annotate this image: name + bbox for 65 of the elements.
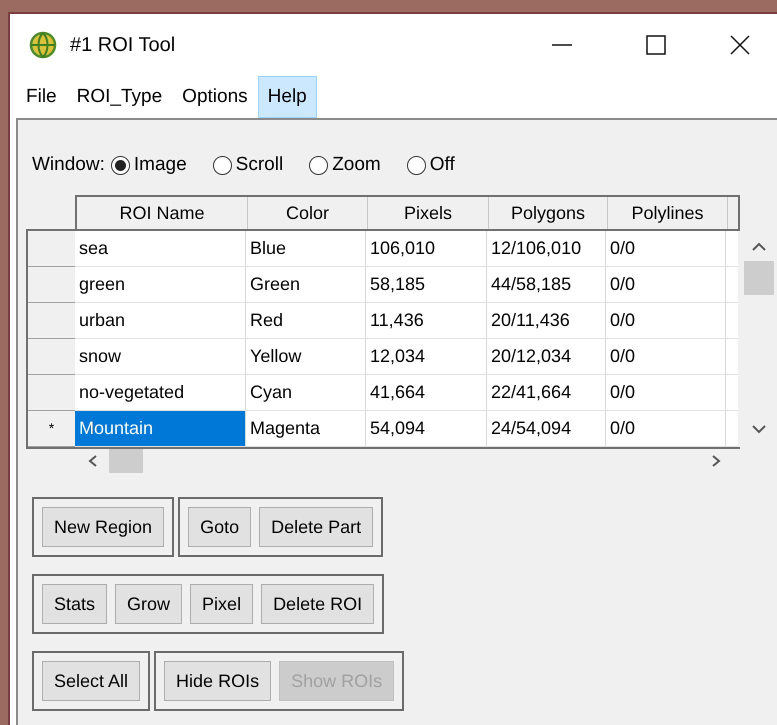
globe-icon — [28, 30, 58, 60]
row-header[interactable] — [28, 231, 75, 267]
scrollbar-thumb[interactable] — [109, 449, 143, 473]
menu-item[interactable]: Options — [172, 76, 258, 118]
row-header[interactable] — [28, 303, 75, 339]
column-header[interactable]: Pixels — [368, 197, 489, 229]
table-cell: 54,094 — [366, 411, 487, 446]
action-button[interactable]: Stats — [42, 584, 108, 624]
scrollbar-thumb[interactable] — [744, 261, 774, 295]
table-cell: 12/106,010 — [487, 231, 606, 266]
row-header[interactable]: * — [28, 411, 75, 447]
table-cell: Magenta — [246, 411, 366, 446]
column-header[interactable]: Polygons — [489, 197, 608, 229]
table-cell: 58,185 — [366, 267, 487, 302]
action-button[interactable]: Select All — [42, 661, 140, 701]
table-cell: Cyan — [246, 375, 366, 410]
column-header[interactable]: ROI Name — [77, 197, 248, 229]
table-cell: 0/0 — [606, 339, 726, 374]
table-cell: Mountain — [75, 411, 246, 446]
table-cell: Red — [246, 303, 366, 338]
row-header[interactable] — [28, 267, 75, 303]
menu-item[interactable]: ROI_Type — [66, 76, 172, 118]
radio-label: Window: — [32, 152, 105, 177]
table-cell: green — [75, 267, 246, 302]
table-cell: 24/54,094 — [487, 411, 606, 446]
table-cell: 11,436 — [366, 303, 487, 338]
window-title: #1 ROI Tool — [70, 33, 176, 58]
action-button[interactable]: Delete Part — [259, 507, 374, 547]
table-cell: Green — [246, 267, 366, 302]
table-cell: 0/0 — [606, 267, 726, 302]
radio-option[interactable]: Scroll — [212, 150, 284, 180]
radio-option[interactable]: Zoom — [309, 150, 381, 180]
table-cell: 20/12,034 — [487, 339, 606, 374]
table-cell: 41,664 — [366, 375, 487, 410]
action-button[interactable]: Delete ROI — [261, 584, 374, 624]
action-button[interactable]: Hide ROIs — [164, 661, 272, 701]
table-cell: urban — [75, 303, 246, 338]
menu-item[interactable]: Help — [258, 76, 317, 118]
menu-item[interactable]: File — [16, 76, 67, 118]
column-header[interactable]: Polylines — [608, 197, 728, 229]
table-cell: 44/58,185 — [487, 267, 606, 302]
table-cell: 22/41,664 — [487, 375, 606, 410]
table-cell: Yellow — [246, 339, 366, 374]
radio-option[interactable]: Image — [110, 150, 187, 180]
action-button[interactable]: Goto — [188, 507, 252, 547]
table-cell: 0/0 — [606, 411, 726, 446]
radio-option[interactable]: Off — [406, 150, 455, 180]
table-cell: 20/11,436 — [487, 303, 606, 338]
table-cell: snow — [75, 339, 246, 374]
table-cell: 0/0 — [606, 375, 726, 410]
maximize-icon[interactable] — [645, 34, 667, 56]
table-cell: Blue — [246, 231, 366, 266]
table-cell: 0/0 — [606, 303, 726, 338]
table-cell: sea — [75, 231, 246, 266]
action-button[interactable]: New Region — [42, 507, 164, 547]
close-icon[interactable] — [729, 34, 751, 56]
action-button[interactable]: Grow — [115, 584, 182, 624]
action-button[interactable]: Pixel — [190, 584, 254, 624]
table-cell: 106,010 — [366, 231, 487, 266]
table-cell: 0/0 — [606, 231, 726, 266]
row-header[interactable] — [28, 375, 75, 411]
row-header[interactable] — [28, 339, 75, 375]
column-header[interactable]: Color — [248, 197, 368, 229]
table-cell: 12,034 — [366, 339, 487, 374]
table-cell: no-vegetated — [75, 375, 246, 410]
